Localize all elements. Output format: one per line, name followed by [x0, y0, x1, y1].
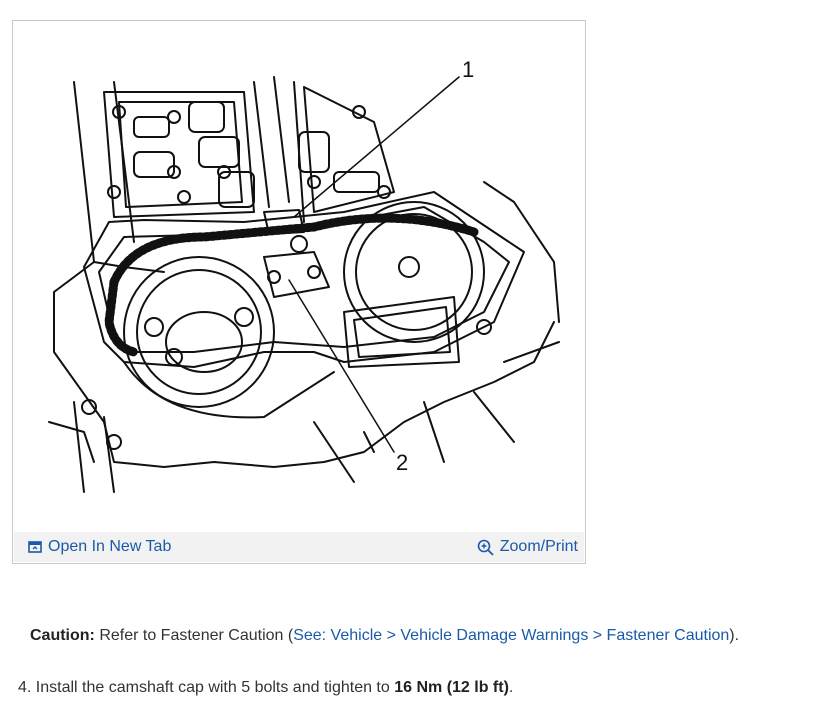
open-in-new-tab-link[interactable]: Open In New Tab: [28, 538, 171, 556]
callout-2-label: 2: [396, 450, 408, 475]
fastener-caution-link[interactable]: See: Vehicle > Vehicle Damage Warnings >…: [293, 627, 729, 644]
zoom-print-label: Zoom/Print: [499, 538, 578, 555]
caution-note: Caution: Refer to Fastener Caution (See:…: [30, 627, 739, 645]
figure-card: 1 2 Open In New Tab Zoom/Print: [12, 20, 586, 564]
procedure-step: 4. Install the camshaft cap with 5 bolts…: [18, 679, 513, 697]
zoom-in-icon: [477, 539, 494, 556]
step-number: 4.: [18, 679, 32, 696]
figure-footer: Open In New Tab Zoom/Print: [14, 532, 584, 562]
torque-spec: 16 Nm (12 lb ft): [394, 679, 509, 696]
open-tab-icon: [28, 541, 42, 553]
step-end: .: [508, 679, 514, 696]
caution-text-after: ).: [729, 627, 740, 644]
caution-text-before: Refer to Fastener Caution (: [94, 627, 294, 644]
open-in-new-tab-label: Open In New Tab: [48, 538, 172, 555]
engine-diagram: 1 2: [14, 22, 584, 532]
caution-label: Caution:: [30, 627, 95, 644]
callout-1-label: 1: [462, 57, 474, 82]
zoom-print-link[interactable]: Zoom/Print: [477, 538, 578, 556]
step-text: Install the camshaft cap with 5 bolts an…: [31, 679, 395, 696]
